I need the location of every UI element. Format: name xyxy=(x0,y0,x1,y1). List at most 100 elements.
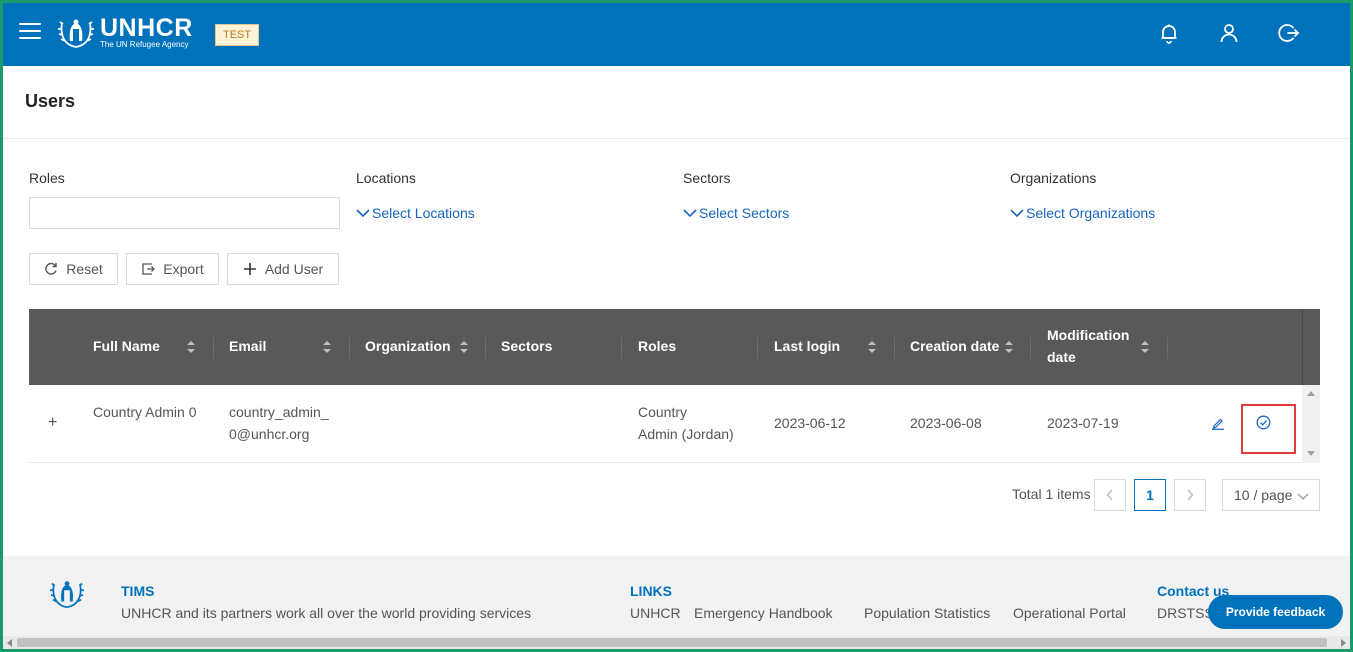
cell-email-line2: 0@unhcr.org xyxy=(229,426,310,442)
annotation-highlight-box xyxy=(1241,404,1296,454)
page-footer xyxy=(3,556,1350,636)
table-vertical-scrollbar[interactable] xyxy=(1302,385,1320,463)
scroll-up-arrow-icon[interactable] xyxy=(1307,391,1315,396)
logo-subtitle: The UN Refugee Agency xyxy=(100,40,189,49)
column-header-last-login[interactable]: Last login xyxy=(774,335,840,357)
chevron-left-icon xyxy=(1106,489,1113,501)
logo-name: UNHCR xyxy=(100,14,193,42)
expand-row-icon[interactable]: + xyxy=(48,412,57,434)
cell-email: country_admin_ 0@unhcr.org xyxy=(229,401,329,445)
column-separator xyxy=(213,337,214,359)
page-size-select[interactable]: 10 / page xyxy=(1222,479,1320,511)
footer-tims-title: TIMS xyxy=(121,583,155,599)
provide-feedback-button[interactable]: Provide feedback xyxy=(1208,595,1343,629)
roles-filter-input[interactable] xyxy=(29,197,340,229)
table-row: + Country Admin 0 country_admin_ 0@unhcr… xyxy=(29,385,1302,463)
modification-header-line1: Modification xyxy=(1047,327,1130,343)
chevron-down-icon xyxy=(356,209,370,218)
column-separator xyxy=(1167,337,1168,359)
horizontal-scrollbar[interactable] xyxy=(3,636,1350,649)
export-button[interactable]: Export xyxy=(126,253,219,285)
column-header-roles: Roles xyxy=(638,338,677,354)
unhcr-emblem-icon xyxy=(49,581,84,609)
modification-header-line2: date xyxy=(1047,349,1076,365)
user-profile-icon[interactable] xyxy=(1217,21,1241,45)
sort-icon[interactable] xyxy=(186,340,196,354)
pagination-next-button[interactable] xyxy=(1174,479,1206,511)
locations-select-label: Select Locations xyxy=(372,205,475,221)
logout-icon[interactable] xyxy=(1277,21,1301,45)
scroll-left-arrow-icon[interactable] xyxy=(7,639,12,647)
chevron-right-icon xyxy=(1187,489,1194,501)
scroll-right-arrow-icon[interactable] xyxy=(1341,639,1346,647)
reset-icon xyxy=(45,262,57,275)
organizations-select[interactable]: Select Organizations xyxy=(1010,205,1155,221)
column-header-email[interactable]: Email xyxy=(229,335,266,357)
sectors-filter-label: Sectors xyxy=(683,170,731,186)
roles-filter-label: Roles xyxy=(29,170,65,186)
column-header-sectors: Sectors xyxy=(501,338,553,354)
add-user-button[interactable]: Add User xyxy=(227,253,339,285)
notifications-bell-icon[interactable] xyxy=(1157,21,1181,45)
organizations-filter-label: Organizations xyxy=(1010,170,1097,186)
unhcr-emblem-icon xyxy=(58,19,94,48)
footer-links-title: LINKS xyxy=(630,583,672,599)
column-header-organization[interactable]: Organization xyxy=(365,335,451,357)
chevron-down-icon xyxy=(1297,493,1309,500)
cell-roles-line2: Admin (Jordan) xyxy=(638,426,734,442)
export-icon xyxy=(142,263,156,275)
edit-pencil-icon[interactable] xyxy=(1211,416,1225,430)
users-table-header: Full Name Email Organization Sectors Rol… xyxy=(29,309,1320,385)
cell-last-login: 2023-06-12 xyxy=(774,415,846,431)
sectors-select[interactable]: Select Sectors xyxy=(683,205,789,221)
cell-roles: Country Admin (Jordan) xyxy=(638,401,734,445)
pagination-total: Total 1 items xyxy=(1012,486,1091,502)
column-separator xyxy=(894,337,895,359)
menu-icon[interactable] xyxy=(19,23,41,41)
footer-link-population-statistics[interactable]: Population Statistics xyxy=(864,605,990,621)
cell-full-name: Country Admin 0 xyxy=(93,404,197,420)
column-header-creation-date[interactable]: Creation date xyxy=(910,335,999,357)
footer-link-unhcr[interactable]: UNHCR xyxy=(630,605,681,621)
column-separator xyxy=(349,337,350,359)
sort-icon[interactable] xyxy=(1004,340,1014,354)
add-user-button-label: Add User xyxy=(264,261,324,277)
export-button-label: Export xyxy=(163,261,204,277)
pagination-page-1[interactable]: 1 xyxy=(1134,479,1166,511)
cell-email-line1: country_admin_ xyxy=(229,404,329,420)
page-size-value: 10 / page xyxy=(1234,487,1293,503)
footer-tims-text: UNHCR and its partners work all over the… xyxy=(121,605,532,621)
organizations-select-label: Select Organizations xyxy=(1026,205,1156,221)
cell-creation-date: 2023-06-08 xyxy=(910,415,982,431)
chevron-down-icon xyxy=(1010,209,1024,218)
cell-roles-line1: Country xyxy=(638,404,688,420)
column-separator xyxy=(1030,337,1031,359)
cell-modification-date: 2023-07-19 xyxy=(1047,415,1119,431)
pagination-prev-button[interactable] xyxy=(1094,479,1126,511)
scroll-down-arrow-icon[interactable] xyxy=(1307,451,1315,456)
column-header-modification-date[interactable]: Modification date xyxy=(1047,324,1129,368)
sectors-select-label: Select Sectors xyxy=(699,205,790,221)
sort-icon[interactable] xyxy=(322,340,332,354)
column-separator xyxy=(485,337,486,359)
footer-contact-text[interactable]: DRSTSS xyxy=(1157,605,1214,621)
reset-button[interactable]: Reset xyxy=(29,253,118,285)
column-header-full-name[interactable]: Full Name xyxy=(93,335,160,357)
scrollbar-thumb[interactable] xyxy=(17,638,1327,647)
footer-link-emergency-handbook[interactable]: Emergency Handbook xyxy=(694,605,833,621)
plus-icon xyxy=(243,263,256,275)
locations-filter-label: Locations xyxy=(356,170,416,186)
table-header-scroll-gutter xyxy=(1302,309,1320,385)
reset-button-label: Reset xyxy=(66,261,103,277)
column-separator xyxy=(757,337,758,359)
sort-icon[interactable] xyxy=(459,340,469,354)
sort-icon[interactable] xyxy=(867,340,877,354)
footer-link-operational-portal[interactable]: Operational Portal xyxy=(1013,605,1126,621)
sort-icon[interactable] xyxy=(1140,340,1150,354)
unhcr-logo[interactable]: UNHCR The UN Refugee Agency xyxy=(56,15,193,51)
locations-select[interactable]: Select Locations xyxy=(356,205,475,221)
page-title-bar: Users xyxy=(3,66,1350,139)
chevron-down-icon xyxy=(683,209,697,218)
page-title: Users xyxy=(25,91,76,111)
environment-badge: TEST xyxy=(215,24,260,46)
